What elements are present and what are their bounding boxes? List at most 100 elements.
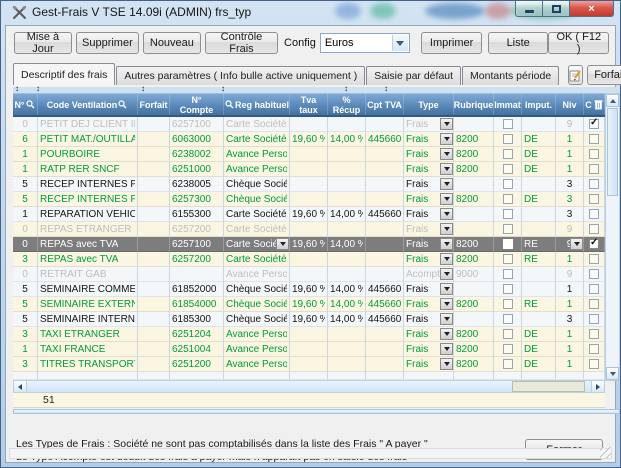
cell-immat[interactable]: [494, 237, 522, 252]
cell-imput[interactable]: DE: [522, 162, 556, 177]
cell-niv[interactable]: 1: [556, 327, 584, 342]
col-header-immat[interactable]: Immat: [494, 94, 522, 115]
cell-tva[interactable]: [290, 147, 328, 162]
resize-grip[interactable]: [600, 447, 611, 458]
vertical-scroll-thumb[interactable]: [607, 108, 618, 196]
cell-compte[interactable]: 6251000: [170, 162, 224, 177]
dropdown-arrow-button[interactable]: [440, 253, 453, 265]
c-checkbox[interactable]: [589, 209, 599, 219]
cell-forfait[interactable]: [138, 222, 170, 237]
cell-immat[interactable]: [494, 207, 522, 222]
cell-num[interactable]: 1: [13, 342, 38, 357]
cell-tva[interactable]: [290, 162, 328, 177]
cell-forfait[interactable]: [138, 357, 170, 372]
cell-cpt[interactable]: [366, 162, 404, 177]
cell-cpt[interactable]: [366, 222, 404, 237]
cell-cpt[interactable]: 4456600: [366, 132, 404, 147]
cell-rubrique[interactable]: [454, 117, 494, 132]
cell-c[interactable]: [584, 132, 605, 147]
cell-forfait[interactable]: [138, 342, 170, 357]
cell-cpt[interactable]: [366, 237, 404, 252]
cell-immat[interactable]: [494, 192, 522, 207]
forfaits-par-categorie-button[interactable]: Forfaits par Catégorie: [587, 65, 621, 85]
cell-imput[interactable]: [522, 312, 556, 327]
immat-checkbox[interactable]: [503, 209, 513, 219]
cell-immat[interactable]: [494, 147, 522, 162]
cell-tva[interactable]: [290, 177, 328, 192]
chevron-down-icon[interactable]: [392, 35, 408, 51]
immat-checkbox[interactable]: [503, 239, 513, 249]
cell-cpt[interactable]: [366, 357, 404, 372]
cell-type[interactable]: Frais: [404, 342, 454, 357]
close-button[interactable]: ×: [570, 1, 614, 17]
cell-imput[interactable]: DE: [522, 327, 556, 342]
table-row[interactable]: 5SEMINAIRE COMMERCI61852000Chèque Sociét…: [13, 282, 605, 297]
cell-reg[interactable]: Avance Personn: [224, 267, 290, 282]
cell-c[interactable]: [584, 267, 605, 282]
title-bar[interactable]: Gest-Frais V TSE 14.09i (ADMIN) frs_typ …: [5, 1, 616, 25]
cell-tva[interactable]: [290, 327, 328, 342]
horizontal-scrollbar[interactable]: [13, 380, 605, 393]
cell-compte[interactable]: 61852000: [170, 282, 224, 297]
column-resize-icon[interactable]: [221, 84, 225, 93]
cell-num[interactable]: 3: [13, 252, 38, 267]
c-checkbox[interactable]: [589, 359, 599, 369]
cell-recup[interactable]: [328, 252, 366, 267]
dropdown-arrow-button[interactable]: [440, 118, 453, 130]
c-checkbox[interactable]: [589, 164, 599, 174]
column-resize-icon[interactable]: [384, 84, 388, 93]
col-header-compte[interactable]: N°Compte: [170, 94, 224, 115]
table-row[interactable]: 1TAXI FRANCE6251004Avance PersonnFrais82…: [13, 342, 605, 357]
immat-checkbox[interactable]: [503, 284, 513, 294]
cell-reg[interactable]: Carte Société: [224, 222, 290, 237]
cell-reg[interactable]: Avance Personn: [224, 327, 290, 342]
cell-cpt[interactable]: [366, 147, 404, 162]
table-row[interactable]: 1RATP RER SNCF6251000Avance PersonnFrais…: [13, 162, 605, 177]
cell-code[interactable]: PETIT DEJ CLIENT INV: [38, 117, 138, 132]
cell-c[interactable]: [584, 327, 605, 342]
table-row[interactable]: 5RECEP INTERNES PER6238005Chèque Société…: [13, 177, 605, 192]
immat-checkbox[interactable]: [503, 329, 513, 339]
cell-code[interactable]: RECEP INTERNES PRO: [38, 192, 138, 207]
dropdown-arrow-button[interactable]: [440, 208, 453, 220]
dropdown-arrow-button[interactable]: [276, 238, 289, 250]
dropdown-arrow-button[interactable]: [440, 223, 453, 235]
immat-checkbox[interactable]: [503, 359, 513, 369]
cell-imput[interactable]: DE: [522, 357, 556, 372]
col-header-code[interactable]: Code Ventilation: [38, 94, 138, 115]
cell-num[interactable]: 0: [13, 222, 38, 237]
scroll-up-icon[interactable]: [606, 94, 619, 107]
cell-imput[interactable]: [522, 267, 556, 282]
table-row[interactable]: 5RECEP INTERNES PRO6257300Chèque Société…: [13, 192, 605, 207]
cell-niv[interactable]: 1: [556, 357, 584, 372]
cell-immat[interactable]: [494, 252, 522, 267]
cell-num[interactable]: 1: [13, 207, 38, 222]
cell-rubrique[interactable]: [454, 177, 494, 192]
cell-recup[interactable]: [328, 327, 366, 342]
column-resize-icon[interactable]: [36, 84, 40, 93]
cell-rubrique[interactable]: 9000: [454, 267, 494, 282]
cell-code[interactable]: RATP RER SNCF: [38, 162, 138, 177]
table-row[interactable]: 5SEMINAIRE INTERNE6185300Chèque Société1…: [13, 312, 605, 327]
cell-tva[interactable]: [290, 222, 328, 237]
cell-type[interactable]: Frais: [404, 222, 454, 237]
cell-type[interactable]: Frais: [404, 192, 454, 207]
dropdown-arrow-button[interactable]: [440, 163, 453, 175]
table-row[interactable]: 0REPAS ETRANGER6257200Carte SociétéFrais…: [13, 222, 605, 237]
cell-num[interactable]: 5: [13, 297, 38, 312]
table-row[interactable]: 1POURBOIRE6238002Avance PersonnFrais8200…: [13, 147, 605, 162]
cell-imput[interactable]: RE: [522, 297, 556, 312]
cell-reg[interactable]: Avance Personn: [224, 357, 290, 372]
immat-checkbox[interactable]: [503, 149, 513, 159]
cell-c[interactable]: [584, 252, 605, 267]
cell-forfait[interactable]: [138, 267, 170, 282]
c-checkbox[interactable]: [589, 284, 599, 294]
cell-immat[interactable]: [494, 297, 522, 312]
cell-code[interactable]: SEMINAIRE EXTERNE: [38, 297, 138, 312]
immat-checkbox[interactable]: [503, 224, 513, 234]
immat-checkbox[interactable]: [503, 134, 513, 144]
cell-type[interactable]: Frais: [404, 147, 454, 162]
table-row[interactable]: 5SEMINAIRE EXTERNE61854000Chèque Société…: [13, 297, 605, 312]
cell-rubrique[interactable]: 8200: [454, 147, 494, 162]
c-checkbox[interactable]: [589, 224, 599, 234]
